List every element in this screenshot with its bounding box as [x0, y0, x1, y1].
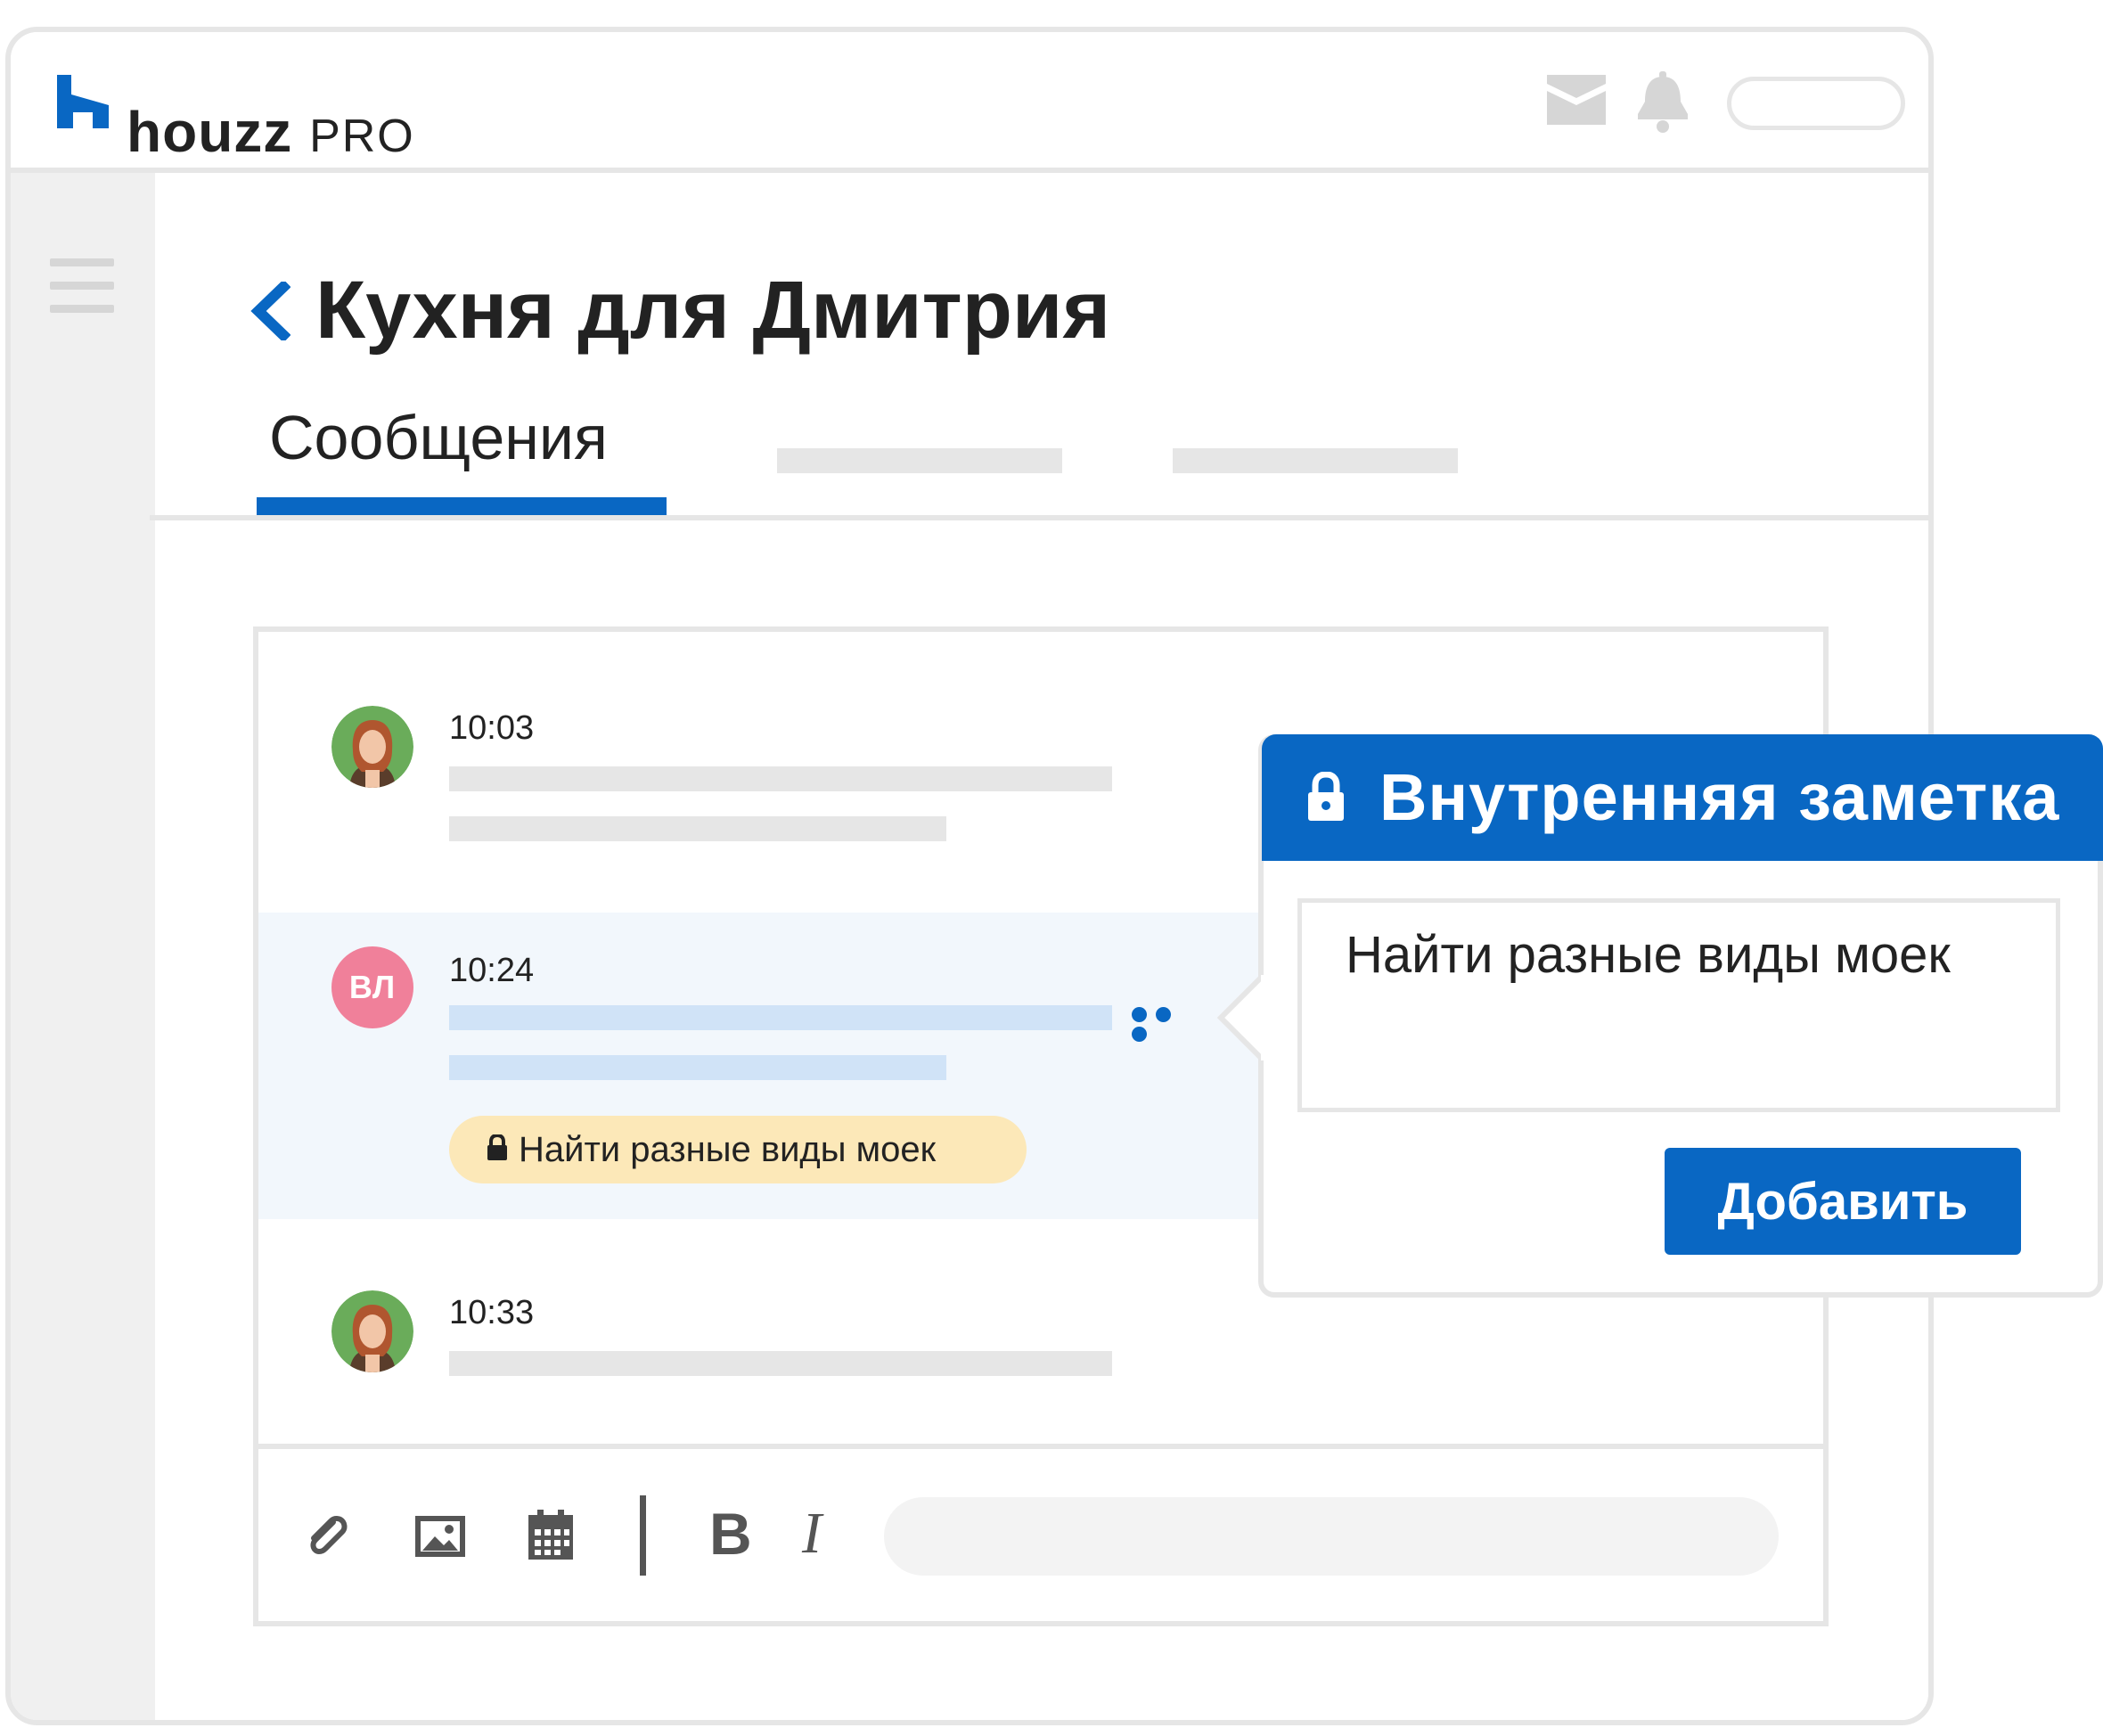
- tabs-divider: [150, 515, 1934, 520]
- message-time: 10:24: [449, 952, 535, 989]
- profile-pill[interactable]: [1727, 77, 1905, 130]
- composer-divider: [258, 1444, 1823, 1449]
- tab-messages[interactable]: Сообщения: [269, 406, 608, 469]
- italic-button[interactable]: I: [802, 1504, 822, 1563]
- note-textarea-value[interactable]: Найти разные виды моек: [1346, 927, 1951, 984]
- tab-placeholder[interactable]: [1173, 448, 1458, 473]
- popup-title: Внутренняя заметка: [1379, 760, 2060, 834]
- image-icon[interactable]: [415, 1511, 465, 1561]
- toolbar-separator: [640, 1495, 646, 1576]
- sidebar: [11, 173, 155, 1720]
- menu-icon-line[interactable]: [50, 305, 114, 313]
- calendar-icon[interactable]: [526, 1508, 576, 1560]
- logo-suffix: PRO: [309, 111, 415, 162]
- page-title: Кухня для Дмитрия: [315, 265, 1111, 356]
- internal-note-chip[interactable]: Найти разные виды моек: [449, 1116, 1027, 1183]
- bold-button[interactable]: B: [709, 1504, 752, 1563]
- lock-icon: [1306, 771, 1346, 822]
- tab-placeholder[interactable]: [777, 448, 1062, 473]
- back-chevron-icon[interactable]: [248, 279, 291, 343]
- lock-icon: [487, 1133, 508, 1166]
- message-text-placeholder: [449, 1351, 1112, 1376]
- mail-icon[interactable]: [1547, 75, 1606, 125]
- avatar[interactable]: ВЛ: [331, 946, 413, 1028]
- message-text-placeholder: [449, 1005, 1112, 1030]
- message-input[interactable]: [884, 1497, 1779, 1576]
- logo-brand: houzz: [127, 100, 293, 164]
- message-time: 10:33: [449, 1294, 535, 1331]
- logo-text[interactable]: houzz PRO: [127, 103, 415, 160]
- add-button[interactable]: Добавить: [1665, 1148, 2021, 1255]
- avatar[interactable]: [331, 706, 413, 788]
- avatar[interactable]: [331, 1290, 413, 1372]
- menu-icon-line[interactable]: [50, 282, 114, 290]
- menu-icon-line[interactable]: [50, 258, 114, 266]
- message-text-placeholder: [449, 766, 1112, 791]
- note-chip-text: Найти разные виды моек: [519, 1129, 937, 1169]
- message-time: 10:03: [449, 709, 535, 747]
- more-options-icon[interactable]: [1132, 1007, 1203, 1042]
- bell-icon[interactable]: [1634, 71, 1691, 135]
- message-text-placeholder: [449, 816, 946, 841]
- paperclip-icon[interactable]: [303, 1511, 353, 1561]
- message-text-placeholder: [449, 1055, 946, 1080]
- houzz-logo-icon[interactable]: [57, 75, 109, 128]
- popup-pointer: [1215, 972, 1270, 1063]
- top-bar: houzz PRO: [11, 32, 1928, 173]
